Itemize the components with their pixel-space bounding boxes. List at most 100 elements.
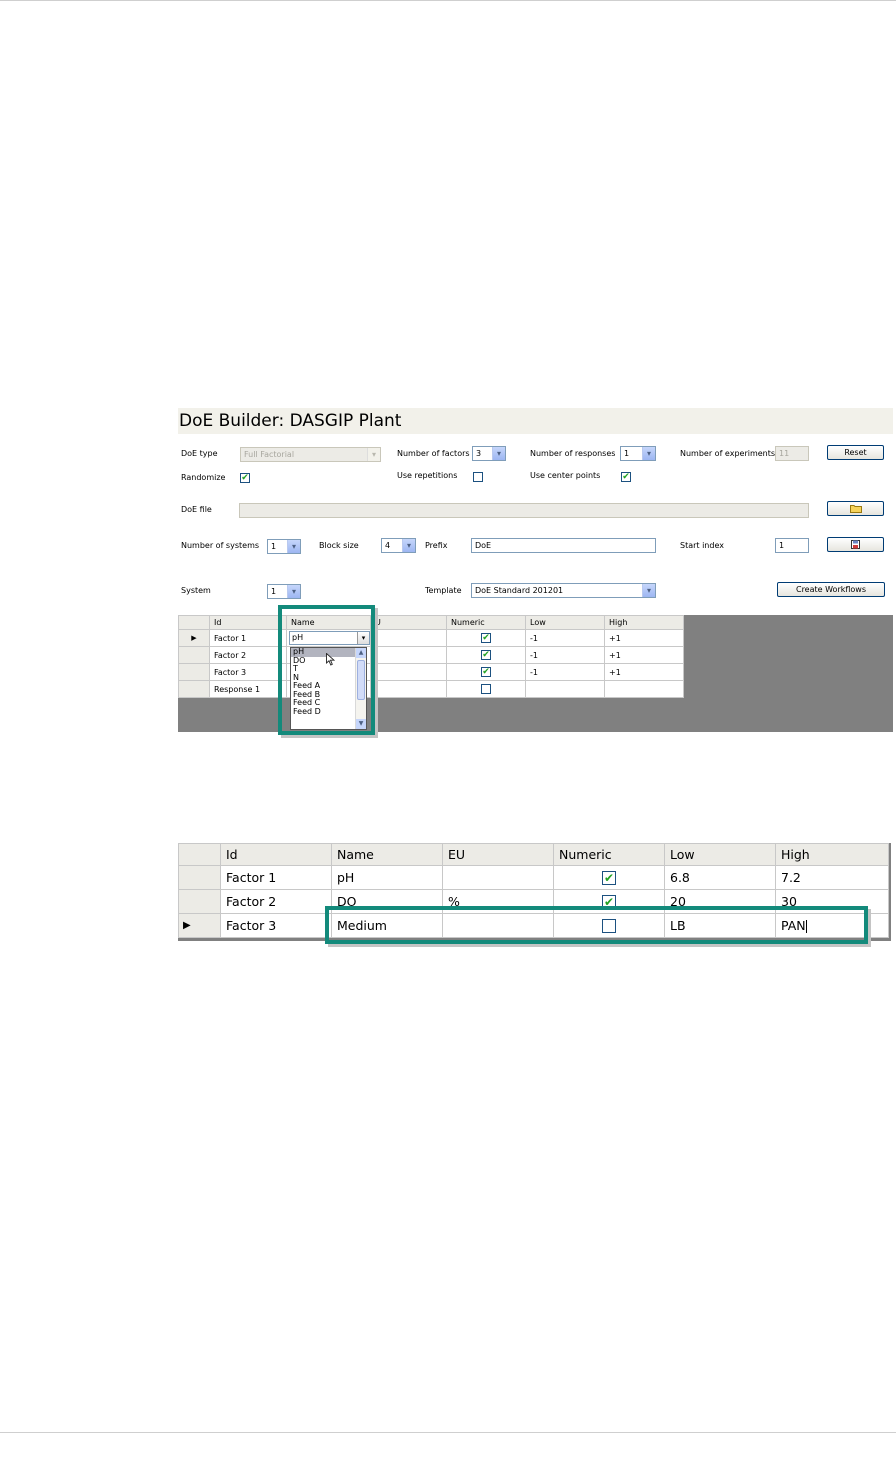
column-header-id[interactable]: Id [220, 843, 332, 866]
reset-button[interactable]: Reset [827, 445, 884, 460]
template-value: DoE Standard 201201 [475, 586, 564, 595]
cell-name[interactable]: pH [331, 865, 443, 890]
template-label: Template [425, 586, 462, 595]
column-header-high[interactable]: High [604, 615, 684, 630]
start-index-field[interactable]: 1 [775, 538, 809, 553]
save-icon [851, 540, 860, 549]
system-label: System [181, 586, 211, 595]
numeric-checkbox[interactable]: ✔ [481, 667, 491, 677]
cell-numeric[interactable]: ✔ [446, 663, 526, 681]
randomize-label: Randomize [181, 473, 226, 482]
column-header-low[interactable]: Low [664, 843, 776, 866]
highlight-factor-3-row [325, 906, 868, 944]
current-row-indicator-icon: ▶ [178, 913, 221, 938]
chevron-down-icon: ▾ [642, 447, 655, 460]
cell-high[interactable]: +1 [604, 646, 684, 664]
number-of-factors-label: Number of factors [397, 449, 470, 458]
doe-file-label: DoE file [181, 505, 212, 514]
cell-numeric[interactable]: ✔ [553, 865, 665, 890]
number-of-experiments-field: 11 [775, 446, 809, 461]
prefix-field[interactable]: DoE [471, 538, 656, 553]
use-center-points-checkbox[interactable]: ✔ [621, 472, 631, 482]
column-header-name[interactable]: Name [331, 843, 443, 866]
cell-id[interactable]: Factor 1 [209, 629, 287, 647]
page-top-rule [0, 0, 896, 1]
cell-id[interactable]: Factor 2 [209, 646, 287, 664]
cell-eu[interactable] [442, 865, 554, 890]
table-row[interactable]: Factor 2 ✔ -1 +1 [178, 646, 684, 664]
cell-eu[interactable] [370, 663, 447, 681]
table-row[interactable]: Factor 3 ✔ -1 +1 [178, 663, 684, 681]
table-row[interactable]: Response 1 ✔ [178, 680, 684, 698]
number-of-responses-select[interactable]: 1 ▾ [620, 446, 656, 461]
block-size-value: 4 [385, 541, 391, 550]
chevron-down-icon: ▾ [367, 448, 380, 461]
numeric-checkbox[interactable]: ✔ [481, 633, 491, 643]
numeric-checkbox[interactable]: ✔ [481, 684, 491, 694]
number-of-responses-value: 1 [624, 449, 630, 458]
doe-type-select[interactable]: Full Factorial ▾ [240, 447, 381, 462]
window-title: DoE Builder: DASGIP Plant [178, 408, 893, 434]
system-select[interactable]: 1 ▾ [267, 584, 301, 599]
doe-type-value: Full Factorial [244, 450, 295, 459]
cell-low[interactable]: -1 [525, 646, 605, 664]
cell-low[interactable] [525, 680, 605, 698]
cell-numeric[interactable]: ✔ [446, 629, 526, 647]
cell-numeric[interactable]: ✔ [446, 646, 526, 664]
cell-low[interactable]: -1 [525, 663, 605, 681]
cell-numeric[interactable]: ✔ [446, 680, 526, 698]
cell-high[interactable]: +1 [604, 629, 684, 647]
column-header-low[interactable]: Low [525, 615, 605, 630]
number-of-systems-select[interactable]: 1 ▾ [267, 539, 301, 554]
use-repetitions-checkbox[interactable]: ✔ [473, 472, 483, 482]
current-row-indicator-icon: ▶ [178, 629, 210, 647]
cell-eu[interactable] [370, 629, 447, 647]
template-select[interactable]: DoE Standard 201201 ▾ [471, 583, 656, 598]
column-header-numeric[interactable]: Numeric [553, 843, 665, 866]
table-row[interactable]: ▶ Factor 1 pH ▾ ✔ -1 +1 [178, 629, 684, 647]
create-workflows-button[interactable]: Create Workflows [777, 582, 885, 597]
grid-corner [178, 615, 210, 630]
cell-low[interactable]: 6.8 [664, 865, 776, 890]
cell-eu[interactable] [370, 646, 447, 664]
chevron-down-icon: ▾ [287, 585, 300, 598]
chevron-down-icon: ▾ [492, 447, 505, 460]
column-header-numeric[interactable]: Numeric [446, 615, 526, 630]
cell-id[interactable]: Response 1 [209, 680, 287, 698]
chevron-down-icon: ▾ [402, 539, 415, 552]
column-header-eu[interactable]: U [370, 615, 447, 630]
row-header[interactable] [178, 865, 221, 890]
row-header[interactable] [178, 889, 221, 914]
browse-file-button[interactable] [827, 501, 884, 516]
prefix-label: Prefix [425, 541, 448, 550]
table-row[interactable]: Factor 1 pH ✔ 6.8 7.2 [178, 865, 889, 890]
row-header[interactable] [178, 680, 210, 698]
block-size-select[interactable]: 4 ▾ [381, 538, 416, 553]
column-header-id[interactable]: Id [209, 615, 287, 630]
row-header[interactable] [178, 646, 210, 664]
cell-high[interactable] [604, 680, 684, 698]
number-of-experiments-label: Number of experiments [680, 449, 776, 458]
cell-high[interactable]: 7.2 [775, 865, 889, 890]
doe-file-field[interactable] [239, 503, 809, 518]
column-header-eu[interactable]: EU [442, 843, 554, 866]
cell-id[interactable]: Factor 3 [220, 913, 332, 938]
cell-id[interactable]: Factor 3 [209, 663, 287, 681]
row-header[interactable] [178, 663, 210, 681]
grid-header-row: Id Name EU Numeric Low High [178, 843, 889, 866]
chevron-down-icon: ▾ [287, 540, 300, 553]
number-of-factors-select[interactable]: 3 ▾ [472, 446, 506, 461]
cell-low[interactable]: -1 [525, 629, 605, 647]
randomize-checkbox[interactable]: ✔ [240, 473, 250, 483]
cell-id[interactable]: Factor 2 [220, 889, 332, 914]
cell-id[interactable]: Factor 1 [220, 865, 332, 890]
numeric-checkbox[interactable]: ✔ [602, 871, 616, 886]
cell-high[interactable]: +1 [604, 663, 684, 681]
save-button[interactable] [827, 537, 884, 552]
doe-type-label: DoE type [181, 449, 218, 458]
column-header-high[interactable]: High [775, 843, 889, 866]
numeric-checkbox[interactable]: ✔ [481, 650, 491, 660]
cell-eu[interactable] [370, 680, 447, 698]
start-index-label: Start index [680, 541, 724, 550]
grid-header-row: Id Name U Numeric Low High [178, 615, 684, 630]
